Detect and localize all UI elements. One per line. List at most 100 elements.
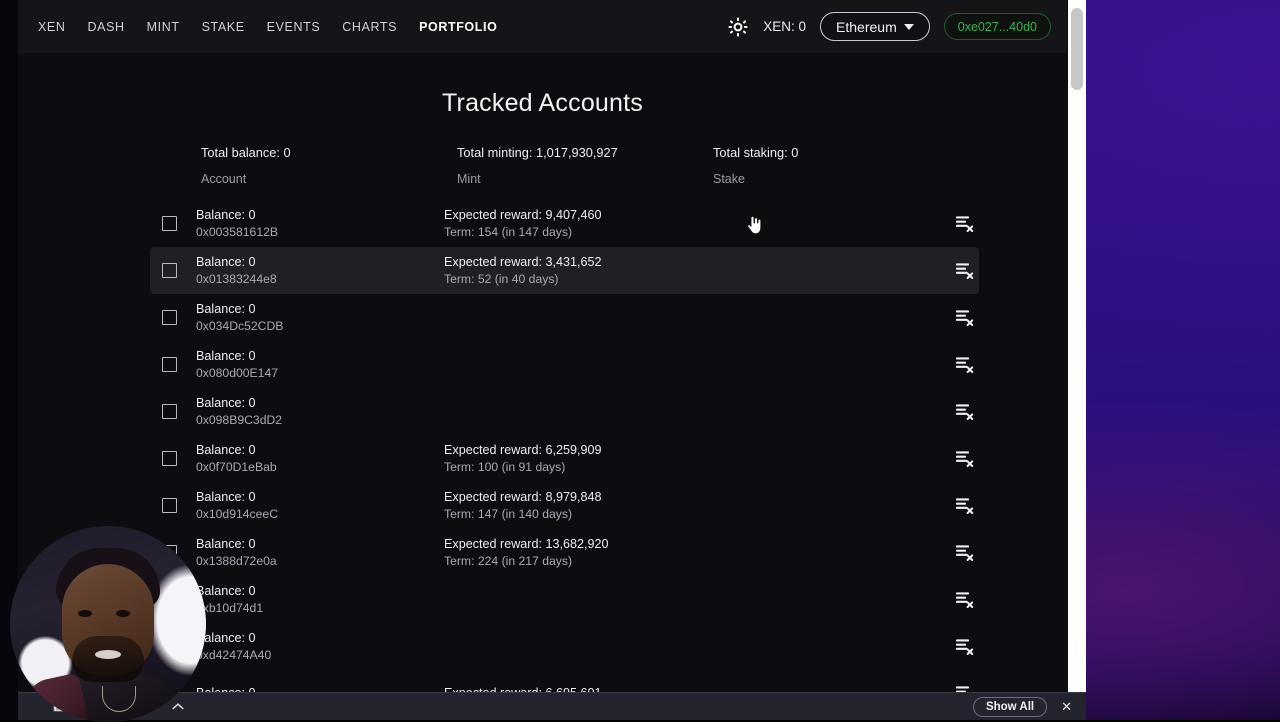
column-header-mint: Mint [457, 172, 713, 186]
table-row[interactable]: Balance: 00x10d914ceeCExpected reward: 8… [150, 482, 979, 529]
list-remove-icon[interactable] [953, 213, 975, 235]
table-column-headers: Account Mint Stake [18, 172, 1067, 186]
mint-expected-reward: Expected reward: 13,682,920 [444, 536, 700, 553]
app-header: XEN DASH MINT STAKE EVENTS CHARTS PORTFO… [18, 0, 1067, 53]
cell-mint: Expected reward: 6,259,909Term: 100 (in … [444, 442, 700, 476]
row-select-checkbox[interactable] [162, 357, 177, 372]
cell-account: Balance: 00x080d00E147 [196, 348, 444, 382]
account-address: 0x1388d72e0a [196, 553, 444, 570]
list-remove-icon[interactable] [953, 495, 975, 517]
mint-expected-reward: Expected reward: 9,407,460 [444, 207, 700, 224]
main-navigation: XEN DASH MINT STAKE EVENTS CHARTS PORTFO… [38, 20, 497, 34]
list-remove-icon[interactable] [953, 589, 975, 611]
row-select-checkbox[interactable] [162, 263, 177, 278]
nav-tab-mint[interactable]: MINT [147, 20, 180, 34]
cell-account: Balance: 00x0f70D1eBab [196, 442, 444, 476]
account-balance: Balance: 0 [196, 489, 444, 506]
nav-tab-stake[interactable]: STAKE [202, 20, 245, 34]
mint-term: Term: 147 (in 140 days) [444, 506, 700, 523]
list-remove-icon[interactable] [953, 401, 975, 423]
cell-mint: Expected reward: 9,407,460Term: 154 (in … [444, 207, 700, 241]
account-balance: Balance: 0 [196, 442, 444, 459]
cell-mint: Expected reward: 3,431,652Term: 52 (in 4… [444, 254, 700, 288]
chevron-down-icon [904, 24, 914, 30]
account-balance: Balance: 0 [196, 254, 444, 271]
list-remove-icon[interactable] [953, 448, 975, 470]
row-select-checkbox[interactable] [162, 216, 177, 231]
row-select-checkbox[interactable] [162, 310, 177, 325]
row-select-checkbox[interactable] [162, 451, 177, 466]
webcam-person-mouth [95, 650, 121, 659]
account-address: 0x10d914ceeC [196, 506, 444, 523]
download-shelf-actions: Show All ✕ [973, 697, 1072, 717]
mint-expected-reward: Expected reward: 6,259,909 [444, 442, 700, 459]
total-minting: Total minting: 1,017,930,927 [457, 145, 713, 160]
webcam-person-eye-right [116, 610, 130, 617]
table-row[interactable]: Balance: 00x01383244e8Expected reward: 3… [150, 247, 979, 294]
cell-mint: Expected reward: 8,979,848Term: 147 (in … [444, 489, 700, 523]
account-address: 0x034Dc52CDB [196, 318, 444, 335]
cell-account: Balance: 00x003581612B [196, 207, 444, 241]
totals-summary: Total balance: 0 Total minting: 1,017,93… [18, 145, 1067, 160]
account-address: 0x098B9C3dD2 [196, 412, 444, 429]
nav-tab-charts[interactable]: CHARTS [342, 20, 397, 34]
account-balance: Balance: 0 [196, 583, 444, 600]
account-address: 0x01383244e8 [196, 271, 444, 288]
account-balance: Balance: 0 [196, 207, 444, 224]
row-select-checkbox[interactable] [162, 498, 177, 513]
column-header-stake: Stake [713, 172, 745, 186]
webcam-person-eye-left [78, 610, 92, 617]
account-address: 0x0f70D1eBab [196, 459, 444, 476]
mint-term: Term: 224 (in 217 days) [444, 553, 700, 570]
account-address: 0x080d00E147 [196, 365, 444, 382]
column-header-account: Account [201, 172, 457, 186]
table-row[interactable]: Balance: 00x1388d72e0aExpected reward: 1… [150, 529, 979, 576]
table-row[interactable]: Balance: 00x003581612BExpected reward: 9… [150, 200, 979, 247]
account-balance: Balance: 0 [196, 395, 444, 412]
mint-expected-reward: Expected reward: 8,979,848 [444, 489, 700, 506]
list-remove-icon[interactable] [953, 542, 975, 564]
total-balance: Total balance: 0 [201, 145, 457, 160]
header-right-cluster: XEN: 0 Ethereum 0xe027...40d0 [727, 12, 1051, 41]
row-select-checkbox[interactable] [162, 404, 177, 419]
list-remove-icon[interactable] [953, 260, 975, 282]
cell-account: Balance: 00x10d914ceeC [196, 489, 444, 523]
network-selector[interactable]: Ethereum [820, 12, 930, 41]
cell-account: Balance: 00x098B9C3dD2 [196, 395, 444, 429]
list-remove-icon[interactable] [953, 354, 975, 376]
account-address: 0x003581612B [196, 224, 444, 241]
mint-term: Term: 52 (in 40 days) [444, 271, 700, 288]
mint-term: Term: 100 (in 91 days) [444, 459, 700, 476]
xen-balance-label: XEN: 0 [763, 19, 806, 34]
webcam-person-beard [72, 636, 144, 682]
nav-tab-xen[interactable]: XEN [38, 20, 66, 34]
cell-account: Balance: 00x034Dc52CDB [196, 301, 444, 335]
list-remove-icon[interactable] [953, 307, 975, 329]
show-all-button[interactable]: Show All [973, 697, 1047, 717]
table-row[interactable]: Balance: 00x098B9C3dD2 [150, 388, 979, 435]
nav-tab-events[interactable]: EVENTS [267, 20, 321, 34]
nav-tab-portfolio[interactable]: PORTFOLIO [419, 20, 497, 34]
cell-account: Balance: 00x01383244e8 [196, 254, 444, 288]
account-balance: Balance: 0 [196, 630, 444, 647]
table-row[interactable]: Balance: 00xd42474A40 [150, 623, 979, 670]
table-row[interactable]: Balance: 00x034Dc52CDB [150, 294, 979, 341]
list-remove-icon[interactable] [953, 636, 975, 658]
scrollbar-thumb[interactable] [1071, 8, 1083, 90]
account-balance: Balance: 0 [196, 536, 444, 553]
close-icon[interactable]: ✕ [1061, 700, 1072, 713]
table-row[interactable]: Balance: 00xb10d74d1 [150, 576, 979, 623]
table-row[interactable]: Balance: 00x080d00E147 [150, 341, 979, 388]
account-balance: Balance: 0 [196, 348, 444, 365]
wallet-address-label: 0xe027...40d0 [958, 20, 1037, 34]
wallet-address-button[interactable]: 0xe027...40d0 [944, 13, 1051, 40]
cell-account: Balance: 00xd42474A40 [196, 630, 444, 664]
account-balance: Balance: 0 [196, 301, 444, 318]
sun-icon[interactable] [727, 16, 749, 38]
table-row[interactable]: Balance: 00x0f70D1eBabExpected reward: 6… [150, 435, 979, 482]
page-title: Tracked Accounts [18, 89, 1067, 118]
nav-tab-dash[interactable]: DASH [88, 20, 125, 34]
account-address: 0xd42474A40 [196, 647, 444, 664]
cell-account: Balance: 00xb10d74d1 [196, 583, 444, 617]
vertical-scrollbar[interactable] [1067, 0, 1086, 720]
